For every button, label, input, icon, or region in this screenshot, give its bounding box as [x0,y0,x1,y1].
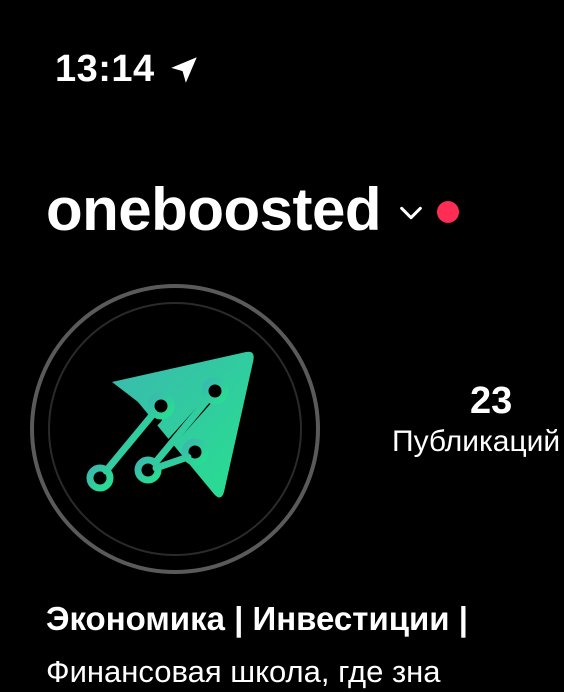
chevron-down-icon[interactable] [397,199,425,227]
posts-label: Публикаций [392,425,561,458]
status-time-text: 13:14 [55,48,155,90]
username-title[interactable]: oneboosted [46,175,382,245]
bio-title: Экономика | Инвестиции | [46,600,468,637]
profile-header: oneboosted [46,175,459,245]
profile-avatar[interactable] [28,282,322,576]
bio-text: Финансовая школа, где зна [46,654,441,689]
posts-count: 23 [470,380,513,422]
notification-dot [437,201,459,223]
posts-stat[interactable]: 23 Публикаций [392,378,564,460]
status-time: 13:14 [55,46,201,92]
location-arrow-icon [167,52,201,86]
